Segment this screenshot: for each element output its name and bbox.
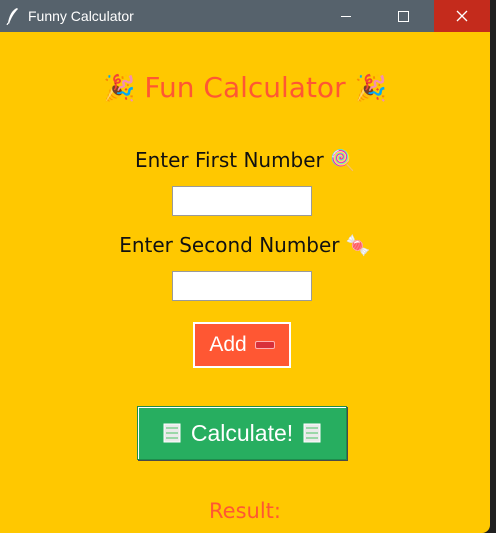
title-bar[interactable]: Funny Calculator	[0, 0, 490, 32]
calculate-button[interactable]: Calculate!	[137, 406, 347, 460]
party-popper-icon: 🎉	[103, 74, 136, 104]
maximize-button[interactable]	[381, 0, 426, 32]
app-heading: 🎉 Fun Calculator 🎉	[0, 68, 490, 109]
calculator-window: Funny Calculator 🎉 Fun Calculator 🎉 Ente…	[0, 0, 490, 533]
operation-menu-button[interactable]: Add	[193, 322, 291, 368]
close-icon	[456, 10, 468, 22]
second-number-label-text: Enter Second Number	[119, 233, 340, 257]
minimize-button[interactable]	[323, 0, 368, 32]
window-title: Funny Calculator	[28, 8, 134, 24]
operation-selected-label: Add	[209, 333, 247, 356]
candy-icon: 🍬	[345, 233, 371, 257]
party-popper-icon: 🎉	[354, 74, 387, 104]
first-number-input[interactable]	[172, 186, 312, 216]
first-number-label-text: Enter First Number	[134, 148, 324, 172]
lollipop-icon: 🍭	[330, 148, 356, 172]
background-window-edge	[490, 0, 496, 533]
minimize-icon	[340, 15, 351, 17]
abacus-icon	[303, 423, 321, 443]
second-number-input[interactable]	[172, 271, 312, 301]
minus-icon	[254, 341, 275, 349]
result-label: Result:	[209, 499, 281, 523]
first-number-label: Enter First Number 🍭	[0, 146, 490, 174]
calculate-button-label: Calculate!	[190, 419, 294, 446]
second-number-label: Enter Second Number 🍬	[0, 231, 490, 259]
feather-icon	[6, 8, 18, 25]
maximize-icon	[398, 10, 409, 22]
abacus-icon	[163, 423, 181, 443]
heading-text: Fun Calculator	[144, 71, 346, 104]
close-button[interactable]	[434, 0, 490, 32]
